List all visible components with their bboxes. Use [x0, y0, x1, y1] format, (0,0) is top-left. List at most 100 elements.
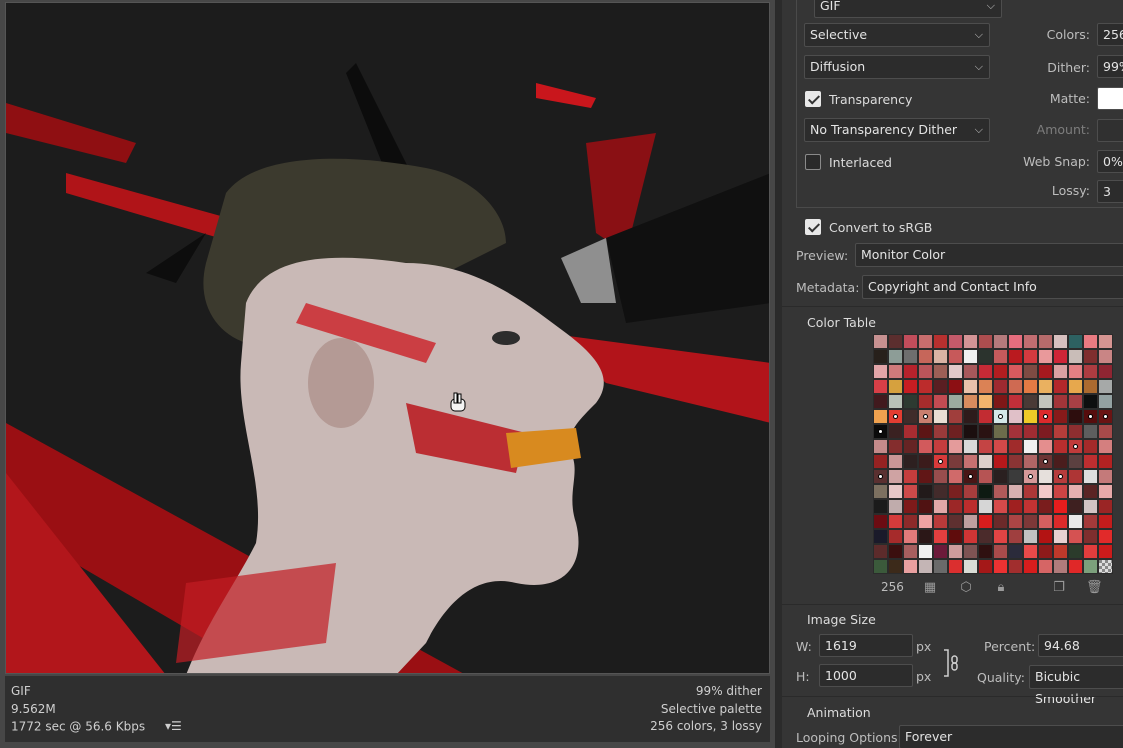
color-swatch[interactable]: [1083, 334, 1098, 349]
color-swatch[interactable]: [1038, 379, 1053, 394]
color-swatch[interactable]: [1008, 499, 1023, 514]
color-swatch[interactable]: [978, 424, 993, 439]
color-swatch[interactable]: [1068, 409, 1083, 424]
color-swatch[interactable]: [948, 529, 963, 544]
color-swatch[interactable]: [963, 409, 978, 424]
color-swatch[interactable]: [1083, 544, 1098, 559]
color-swatch[interactable]: [963, 559, 978, 574]
color-swatch[interactable]: [1023, 469, 1038, 484]
color-swatch[interactable]: [1098, 334, 1113, 349]
color-swatch[interactable]: [918, 514, 933, 529]
color-swatch[interactable]: [1053, 514, 1068, 529]
color-swatch[interactable]: [918, 394, 933, 409]
color-swatch[interactable]: [873, 439, 888, 454]
color-swatch[interactable]: [888, 409, 903, 424]
color-swatch[interactable]: [918, 469, 933, 484]
color-swatch[interactable]: [1053, 349, 1068, 364]
color-swatch[interactable]: [933, 349, 948, 364]
color-swatch[interactable]: [1098, 379, 1113, 394]
color-swatch[interactable]: [993, 559, 1008, 574]
color-swatch[interactable]: [933, 394, 948, 409]
color-swatch[interactable]: [1098, 454, 1113, 469]
color-swatch[interactable]: [993, 349, 1008, 364]
color-swatch[interactable]: [948, 559, 963, 574]
color-reduction-select[interactable]: Selective ⌵: [804, 23, 990, 47]
color-swatch[interactable]: [1008, 514, 1023, 529]
color-swatch[interactable]: [978, 484, 993, 499]
color-swatch[interactable]: [933, 334, 948, 349]
color-swatch[interactable]: [1038, 349, 1053, 364]
color-swatch[interactable]: [1083, 529, 1098, 544]
color-swatch[interactable]: [903, 499, 918, 514]
color-swatch[interactable]: [873, 499, 888, 514]
color-swatch[interactable]: [1068, 484, 1083, 499]
constrain-proportions-icon[interactable]: [942, 648, 958, 678]
color-swatch[interactable]: [873, 454, 888, 469]
color-swatch[interactable]: [1083, 454, 1098, 469]
color-swatch[interactable]: [873, 469, 888, 484]
color-swatch[interactable]: [963, 514, 978, 529]
color-swatch[interactable]: [948, 514, 963, 529]
color-swatch[interactable]: [888, 349, 903, 364]
color-swatch[interactable]: [1068, 529, 1083, 544]
color-swatch[interactable]: [1053, 439, 1068, 454]
color-swatch[interactable]: [1008, 454, 1023, 469]
color-swatch[interactable]: [1053, 469, 1068, 484]
color-swatch[interactable]: [1023, 364, 1038, 379]
color-swatch[interactable]: [993, 334, 1008, 349]
color-swatch[interactable]: [1068, 469, 1083, 484]
color-swatch[interactable]: [1023, 514, 1038, 529]
color-swatch[interactable]: [933, 499, 948, 514]
color-swatch[interactable]: [993, 514, 1008, 529]
color-swatch[interactable]: [918, 409, 933, 424]
color-swatch[interactable]: [993, 529, 1008, 544]
color-swatch[interactable]: [903, 514, 918, 529]
color-swatch[interactable]: [918, 529, 933, 544]
color-swatch[interactable]: [1083, 349, 1098, 364]
color-swatch[interactable]: [873, 364, 888, 379]
color-swatch[interactable]: [1008, 529, 1023, 544]
color-swatch[interactable]: [903, 394, 918, 409]
color-swatch[interactable]: [873, 394, 888, 409]
color-swatch[interactable]: [1038, 514, 1053, 529]
color-swatch[interactable]: [1083, 499, 1098, 514]
delete-color-icon[interactable]: 🗑︎: [1086, 580, 1103, 596]
color-swatch[interactable]: [963, 439, 978, 454]
color-swatch[interactable]: [948, 394, 963, 409]
color-table-grid[interactable]: [873, 334, 1113, 574]
color-swatch[interactable]: [978, 349, 993, 364]
color-swatch[interactable]: [873, 484, 888, 499]
color-swatch[interactable]: [1098, 364, 1113, 379]
color-swatch[interactable]: [978, 499, 993, 514]
color-swatch[interactable]: [1023, 394, 1038, 409]
color-swatch[interactable]: [1068, 364, 1083, 379]
color-swatch[interactable]: [1053, 364, 1068, 379]
color-swatch[interactable]: [1008, 559, 1023, 574]
color-swatch[interactable]: [1038, 439, 1053, 454]
color-swatch[interactable]: [978, 454, 993, 469]
color-swatch[interactable]: [993, 499, 1008, 514]
color-swatch[interactable]: [888, 469, 903, 484]
color-swatch[interactable]: [1008, 394, 1023, 409]
color-swatch[interactable]: [933, 514, 948, 529]
web-snap-input[interactable]: 0%: [1097, 150, 1123, 173]
color-swatch[interactable]: [1053, 409, 1068, 424]
colors-input[interactable]: 256: [1097, 23, 1123, 46]
image-preview[interactable]: [5, 2, 770, 674]
color-swatch[interactable]: [1008, 364, 1023, 379]
color-swatch[interactable]: [1008, 379, 1023, 394]
color-swatch[interactable]: [948, 349, 963, 364]
color-swatch[interactable]: [1053, 529, 1068, 544]
color-swatch[interactable]: [918, 364, 933, 379]
color-swatch[interactable]: [1008, 409, 1023, 424]
color-swatch[interactable]: [1083, 409, 1098, 424]
color-swatch[interactable]: [1068, 394, 1083, 409]
color-swatch[interactable]: [948, 409, 963, 424]
color-swatch[interactable]: [903, 454, 918, 469]
color-swatch[interactable]: [918, 544, 933, 559]
color-swatch[interactable]: [1053, 334, 1068, 349]
color-swatch[interactable]: [1023, 439, 1038, 454]
color-swatch[interactable]: [1053, 484, 1068, 499]
color-swatch[interactable]: [918, 379, 933, 394]
color-swatch[interactable]: [888, 559, 903, 574]
